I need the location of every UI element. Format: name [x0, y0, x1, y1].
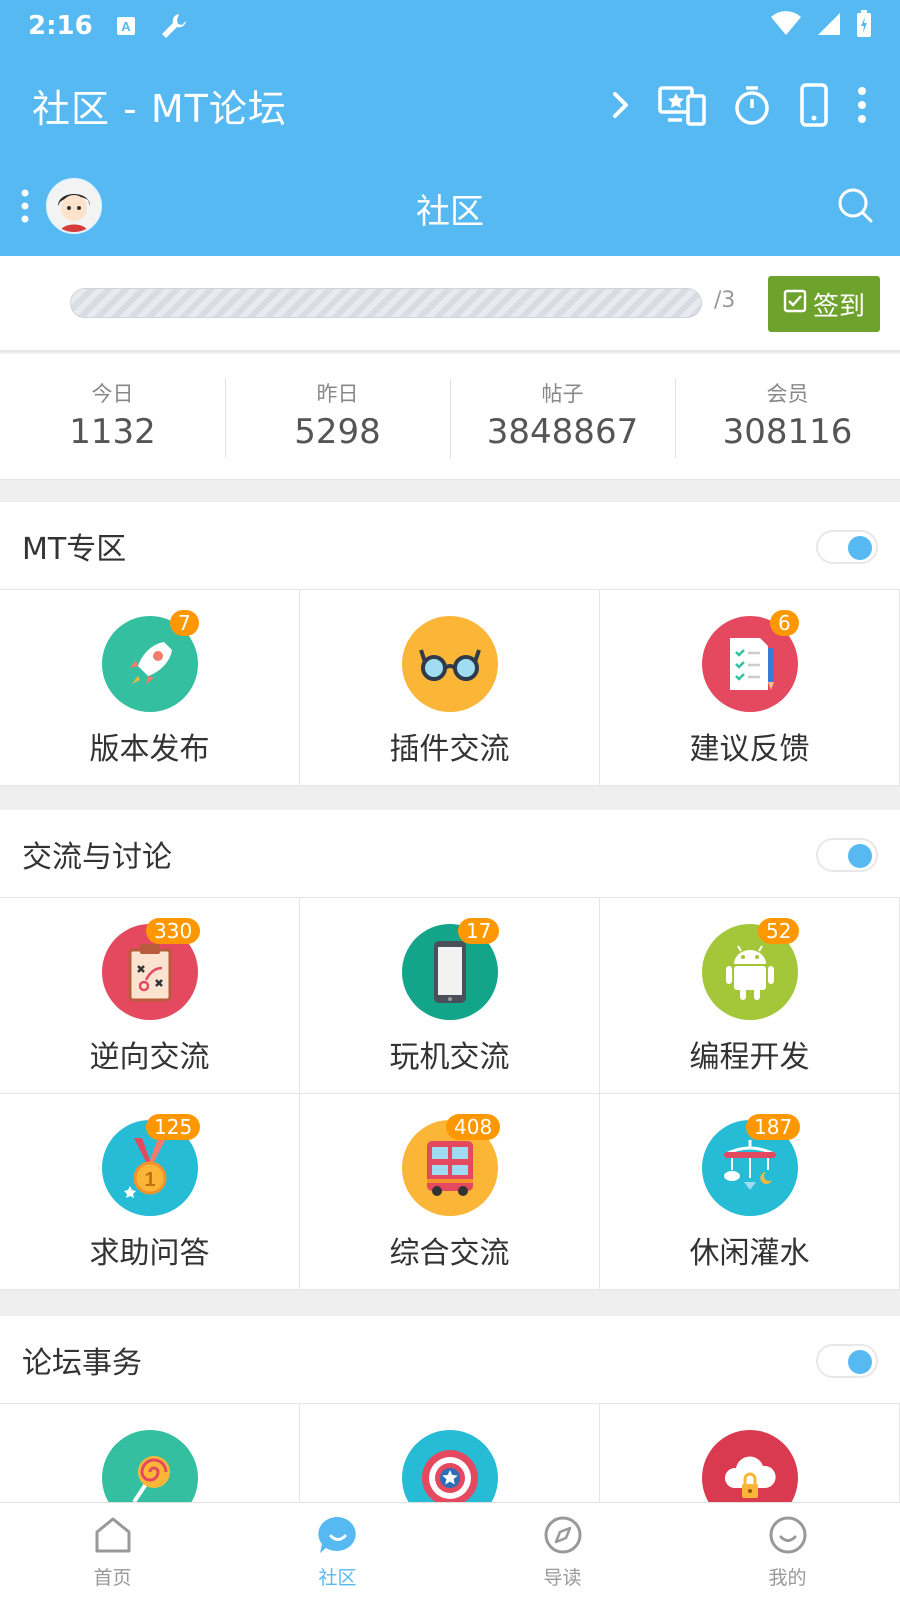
stat-posts: 帖子 3848867 — [450, 354, 675, 479]
section-title-discussion: 交流与讨论 — [22, 839, 172, 875]
forum-tile-reverse[interactable]: 330 逆向交流 — [0, 898, 300, 1093]
forum-label: 插件交流 — [389, 732, 510, 767]
stat-members: 会员 308116 — [675, 354, 900, 479]
section-title-affairs: 论坛事务 — [22, 1345, 142, 1381]
forum-label: 玩机交流 — [389, 1040, 510, 1075]
svg-text:1: 1 — [144, 1169, 155, 1191]
nav-label: 社区 — [318, 1567, 357, 1589]
forum-tile-release[interactable]: 7 版本发布 — [0, 590, 300, 785]
sign-in-button[interactable]: 签到 — [768, 276, 880, 332]
forum-label: 休闲灌水 — [689, 1236, 810, 1271]
status-bar: 2:16 A — [28, 6, 872, 46]
sub-bar: 社区 — [0, 176, 900, 236]
grid-row: 7 版本发布 插件交流 6 建议反馈 — [0, 590, 900, 786]
section-title-mt: MT专区 — [22, 531, 127, 567]
stat-today: 今日 1132 — [0, 354, 225, 479]
screen-star-icon[interactable] — [658, 84, 706, 126]
unread-badge: 52 — [758, 918, 800, 944]
phone-outline-icon[interactable] — [798, 83, 830, 127]
more-vert-icon[interactable] — [856, 85, 868, 125]
grid-row: 330 逆向交流 17 玩机交流 52 编程开发 — [0, 898, 900, 1094]
nav-label: 我的 — [768, 1567, 807, 1589]
unread-badge: 408 — [446, 1114, 501, 1140]
stat-label: 帖子 — [541, 382, 584, 406]
page-title: 社区 - MT论坛 — [32, 86, 287, 131]
community-icon — [317, 1516, 359, 1559]
nav-item-home[interactable]: 首页 — [0, 1503, 225, 1600]
signal-icon — [816, 11, 842, 41]
timer-icon[interactable] — [732, 84, 772, 126]
forum-label: 求助问答 — [89, 1236, 210, 1271]
toggle-knob — [848, 844, 872, 868]
section-toggle-discussion[interactable] — [816, 838, 878, 872]
stat-value: 1132 — [69, 412, 156, 452]
sign-in-label: 签到 — [812, 291, 865, 322]
search-icon[interactable] — [836, 186, 874, 228]
sign-progress-bar — [70, 288, 702, 318]
wifi-icon — [770, 11, 802, 41]
stat-yesterday: 昨日 5298 — [225, 354, 450, 479]
forum-grid-discussion: 330 逆向交流 17 玩机交流 52 编程开发 1 125 求助问答 408 … — [0, 898, 900, 1290]
nav-item-guide[interactable]: 导读 — [450, 1503, 675, 1600]
toggle-knob — [848, 536, 872, 560]
stat-label: 昨日 — [316, 382, 359, 406]
forum-label: 建议反馈 — [689, 732, 810, 767]
nav-item-profile[interactable]: 我的 — [675, 1503, 900, 1600]
bottom-nav: 首页 社区 导读 我的 — [0, 1502, 900, 1600]
forum-tile-help[interactable]: 1 125 求助问答 — [0, 1094, 300, 1289]
section-header-affairs[interactable]: 论坛事务 — [0, 1316, 900, 1404]
nav-item-community[interactable]: 社区 — [225, 1503, 450, 1600]
stat-value: 5298 — [294, 412, 381, 452]
unread-badge: 125 — [146, 1114, 201, 1140]
profile-icon — [768, 1516, 808, 1559]
section-toggle-affairs[interactable] — [816, 1344, 878, 1378]
section-header-discussion[interactable]: 交流与讨论 — [0, 810, 900, 898]
forum-tile-general[interactable]: 408 综合交流 — [300, 1094, 600, 1289]
svg-text:A: A — [121, 19, 131, 34]
battery-icon — [856, 10, 872, 42]
header: 2:16 A 社区 - MT论坛 社区 — [0, 0, 900, 256]
toggle-knob — [848, 1350, 872, 1374]
check-square-icon — [783, 289, 807, 320]
app-bar: 社区 - MT论坛 — [32, 70, 868, 140]
stat-value: 308116 — [722, 412, 853, 452]
forum-tile-plugins[interactable]: 插件交流 — [300, 590, 600, 785]
forum-label: 版本发布 — [89, 732, 210, 767]
unread-badge: 17 — [458, 918, 500, 944]
unread-badge: 330 — [146, 918, 201, 944]
forum-label: 编程开发 — [689, 1040, 810, 1075]
stat-label: 今日 — [91, 382, 134, 406]
sign-in-strip: /3 签到 — [0, 256, 900, 352]
forum-tile-feedback[interactable]: 6 建议反馈 — [600, 590, 900, 785]
wrench-icon — [159, 11, 189, 41]
sign-progress-label: /3 — [714, 288, 736, 313]
nav-label: 首页 — [93, 1567, 132, 1589]
grid-row: 1 125 求助问答 408 综合交流 187 休闲灌水 — [0, 1094, 900, 1290]
forum-label: 综合交流 — [389, 1236, 510, 1271]
forum-label: 逆向交流 — [89, 1040, 210, 1075]
forum-grid-mt: 7 版本发布 插件交流 6 建议反馈 — [0, 590, 900, 786]
forum-tile-phones[interactable]: 17 玩机交流 — [300, 898, 600, 1093]
compass-icon — [543, 1516, 583, 1559]
forum-stats: 今日 1132 昨日 5298 帖子 3848867 会员 308116 — [0, 354, 900, 480]
status-time: 2:16 — [28, 11, 93, 41]
forum-tile-casual[interactable]: 187 休闲灌水 — [600, 1094, 900, 1289]
unread-badge: 6 — [770, 610, 799, 636]
stat-label: 会员 — [766, 382, 809, 406]
unread-badge: 7 — [170, 610, 199, 636]
forum-tile-programming[interactable]: 52 编程开发 — [600, 898, 900, 1093]
section-title: 社区 — [416, 192, 484, 232]
nav-label: 导读 — [543, 1567, 582, 1589]
section-toggle-mt[interactable] — [816, 530, 878, 564]
unread-badge: 187 — [746, 1114, 801, 1140]
chevron-right-icon[interactable] — [610, 90, 632, 120]
section-header-mt[interactable]: MT专区 — [0, 502, 900, 590]
stat-value: 3848867 — [486, 412, 639, 452]
font-notification-icon: A — [115, 15, 137, 37]
glasses-icon — [402, 616, 498, 712]
home-icon — [93, 1517, 133, 1559]
